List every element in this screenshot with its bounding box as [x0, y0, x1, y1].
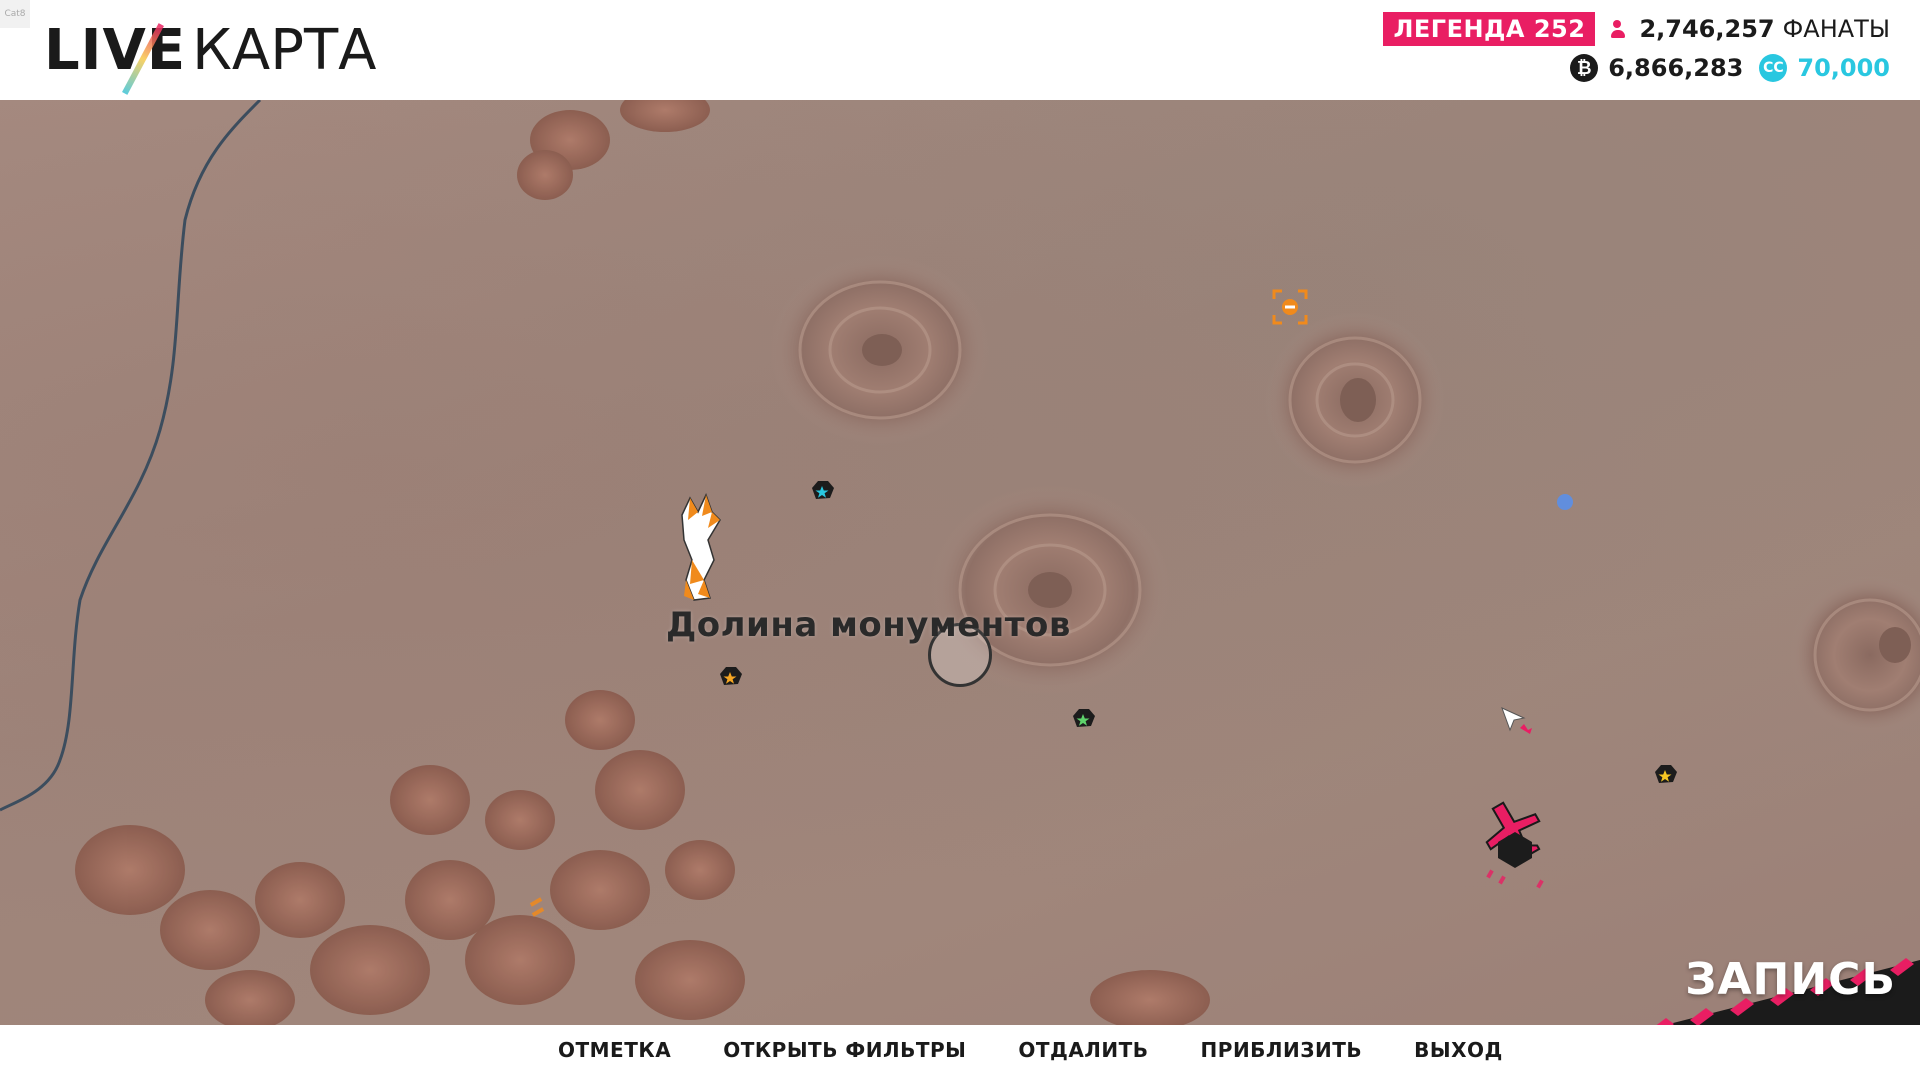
world-map[interactable]: Долина монументов — [0, 100, 1920, 1025]
orange-small-marks — [529, 897, 545, 917]
pink-trail-marks — [1486, 869, 1544, 889]
menu-mark-button[interactable]: ОТМЕТКА — [558, 1038, 671, 1062]
livekarta-logo: LIVE КАРТА — [44, 14, 377, 95]
menu-open-filters-button[interactable]: ОТКРЫТЬ ФИЛЬТРЫ — [723, 1038, 966, 1062]
map-menu: ОТМЕТКА ОТКРЫТЬ ФИЛЬТРЫ ОТДАЛИТЬ ПРИБЛИЗ… — [558, 1038, 1503, 1062]
top-header: Cat8 LIVE КАРТА ЛЕГЕНДА 252 2,746,257 ФА… — [0, 0, 1920, 100]
star-marker-cyan-icon[interactable] — [812, 481, 834, 499]
cc-value: 70,000 — [1797, 54, 1890, 82]
fans-word: ФАНАТЫ — [1782, 15, 1890, 43]
bottom-menu-bar: ОТМЕТКА ОТКРЫТЬ ФИЛЬТРЫ ОТДАЛИТЬ ПРИБЛИЗ… — [0, 1025, 1920, 1080]
credits-value: 6,866,283 — [1608, 54, 1744, 82]
mesa-1 — [770, 255, 990, 445]
logo-live: LIVE — [44, 18, 186, 95]
cc-counter: CC 70,000 — [1759, 54, 1890, 82]
fans-counter: 2,746,257 ФАНАТЫ — [1611, 15, 1890, 43]
monument-landmark-icon[interactable] — [681, 493, 721, 601]
menu-zoom-out-button[interactable]: ОТДАЛИТЬ — [1018, 1038, 1148, 1062]
player-stats-top: ЛЕГЕНДА 252 2,746,257 ФАНАТЫ — [1383, 12, 1890, 46]
menu-exit-button[interactable]: ВЫХОД — [1414, 1038, 1503, 1062]
cc-coin-icon: CC — [1759, 54, 1788, 82]
corner-tag: Cat8 — [0, 0, 30, 28]
star-marker-orange-icon[interactable] — [720, 667, 742, 685]
region-label: Долина монументов — [666, 605, 1071, 645]
mesa-4 — [1790, 575, 1920, 735]
blue-dot-icon[interactable] — [1557, 494, 1573, 510]
logo-karta: КАРТА — [192, 17, 377, 83]
orange-crosshair-icon[interactable] — [1272, 289, 1308, 325]
map-road — [0, 100, 262, 812]
star-marker-yellow-icon[interactable] — [1655, 765, 1677, 783]
record-label: ЗАПИСЬ — [1685, 954, 1896, 1005]
canyon-rocks — [75, 690, 1210, 1025]
rank-badge: ЛЕГЕНДА 252 — [1383, 12, 1596, 46]
star-marker-green-icon[interactable] — [1073, 709, 1095, 727]
top-rocks — [517, 100, 710, 200]
people-icon — [1611, 19, 1631, 39]
credits-coin-icon: ₿ — [1570, 54, 1599, 82]
map-cursor-icon — [1501, 707, 1532, 734]
menu-zoom-in-button[interactable]: ПРИБЛИЗИТЬ — [1201, 1038, 1363, 1062]
fans-value: 2,746,257 — [1639, 15, 1775, 43]
mesa-3 — [1265, 312, 1445, 488]
map-terrain — [0, 100, 1920, 1025]
player-stats-bottom: ₿ 6,866,283 CC 70,000 — [1570, 54, 1890, 82]
credits-counter: ₿ 6,866,283 — [1570, 54, 1743, 82]
